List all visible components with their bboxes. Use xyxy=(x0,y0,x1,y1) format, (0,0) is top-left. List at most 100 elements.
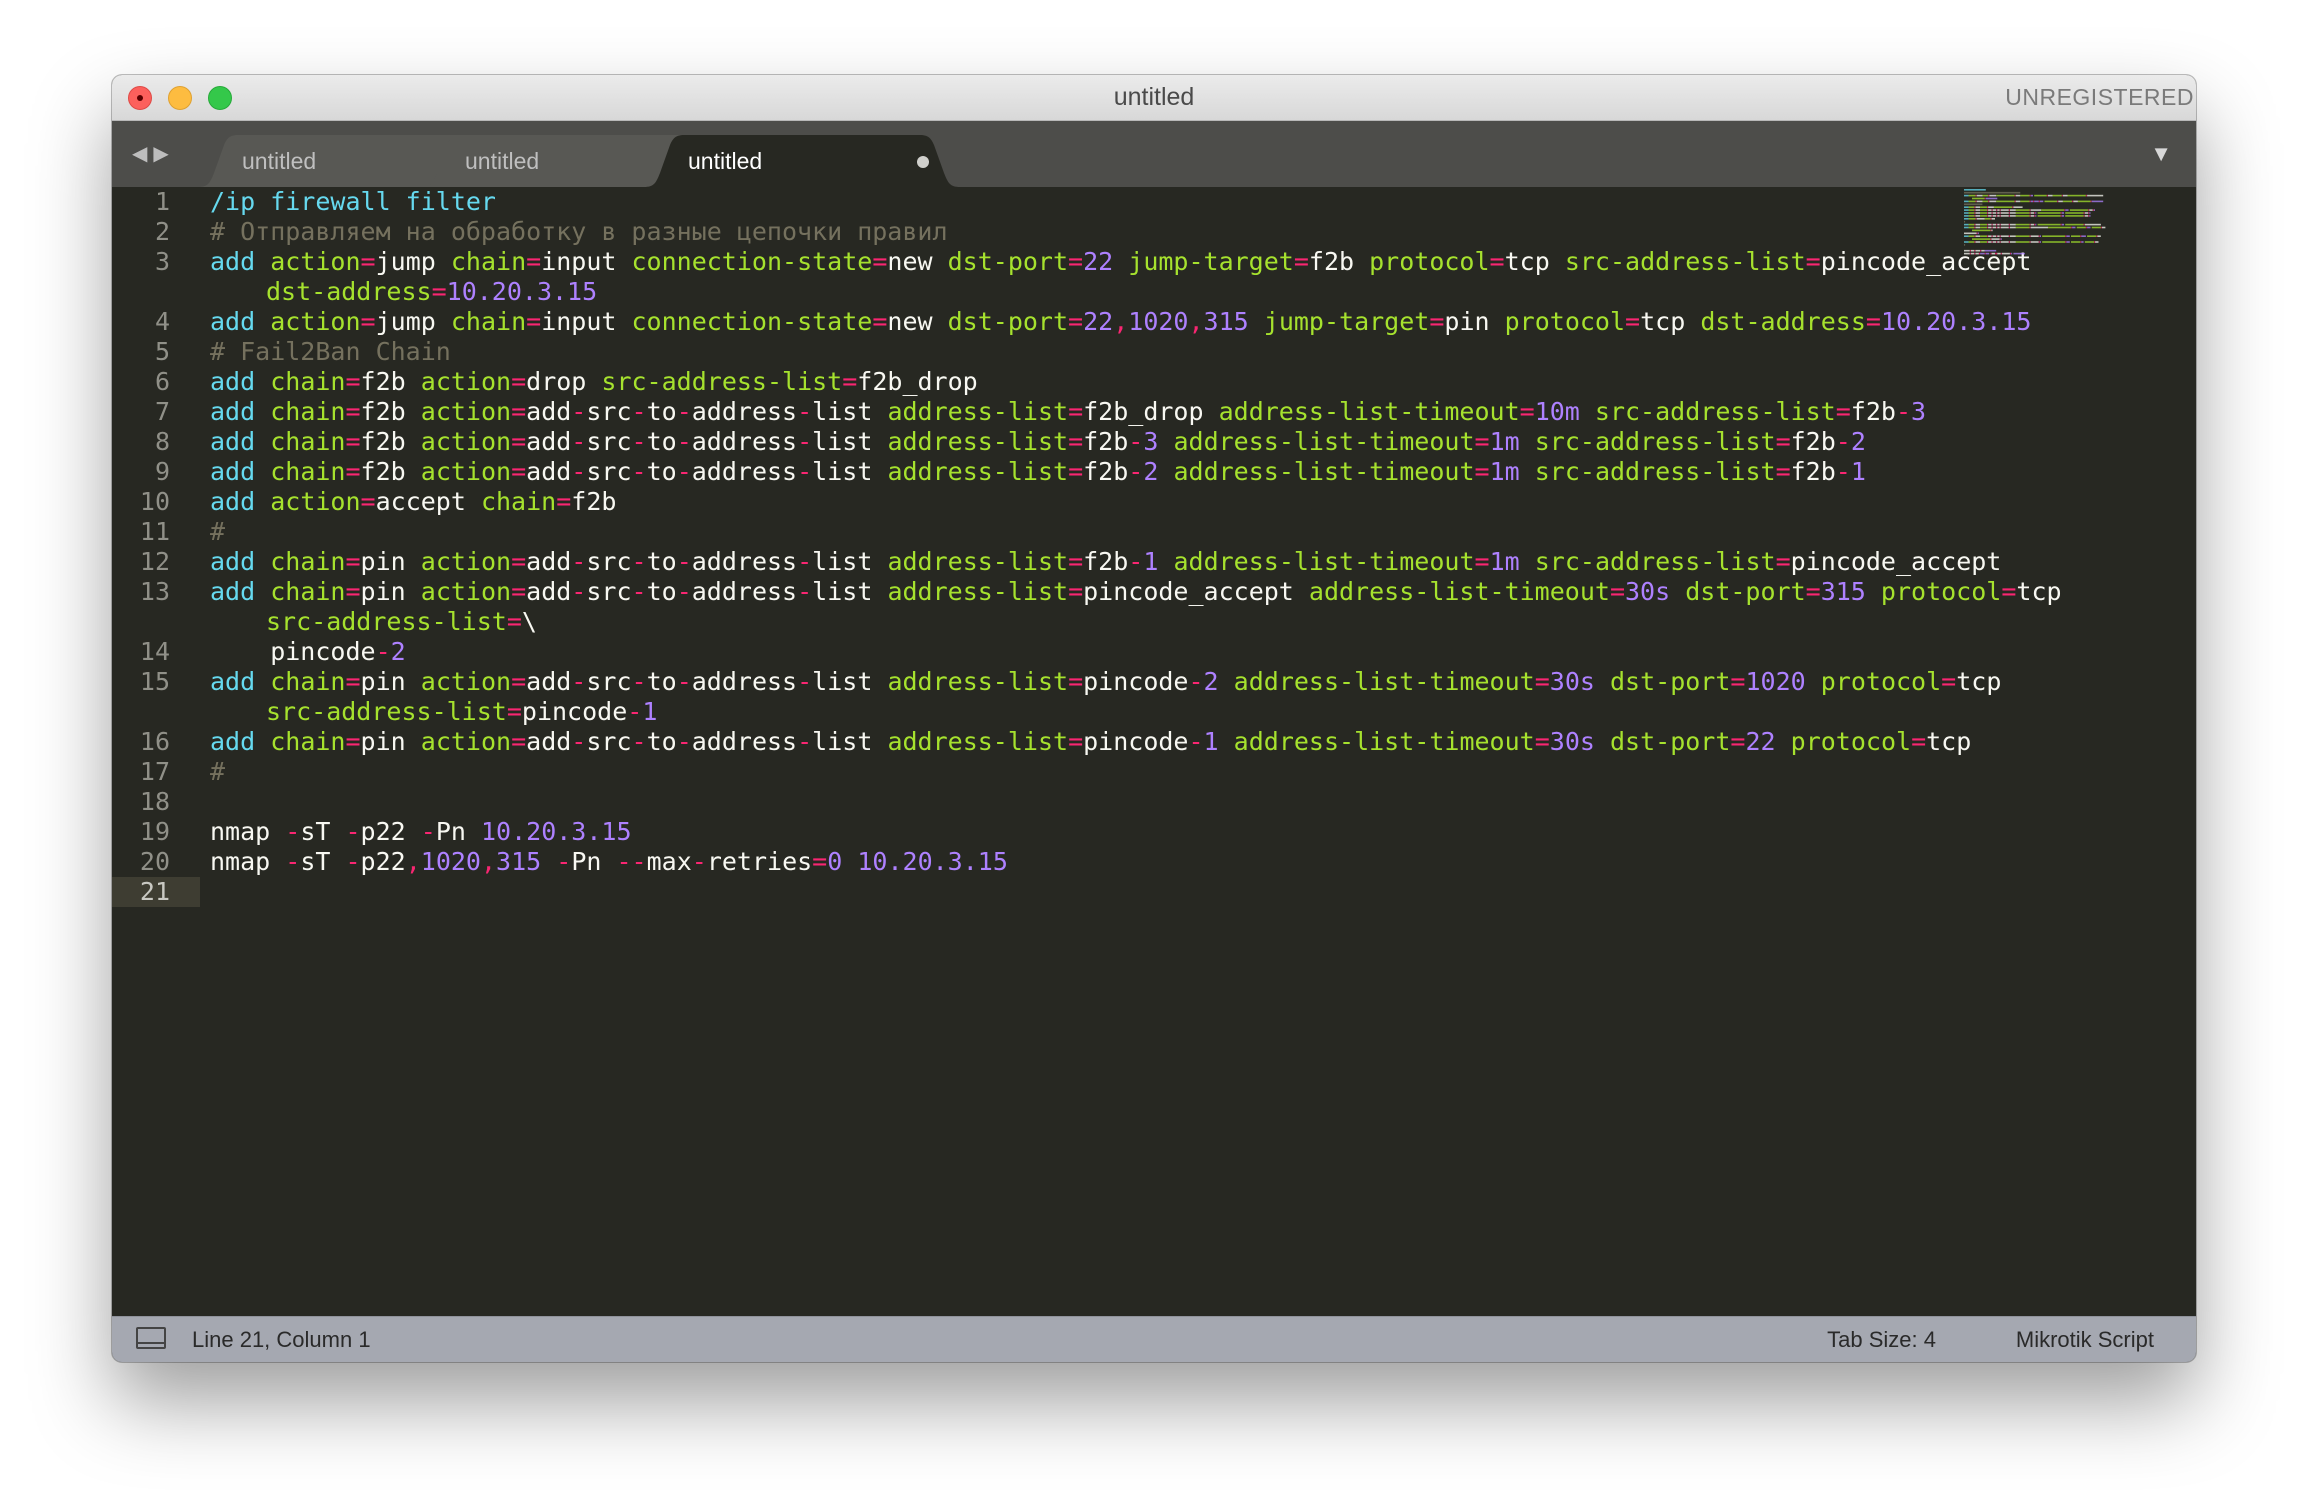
code-token: src xyxy=(586,667,632,696)
modified-dot-icon[interactable] xyxy=(917,156,929,168)
code-line[interactable]: add chain=f2b action=add-src-to-address-… xyxy=(210,427,2196,457)
minimap-mark xyxy=(1984,249,1997,252)
code-line[interactable]: # xyxy=(210,757,2196,787)
minimap-mark xyxy=(1980,215,1987,217)
code-line[interactable] xyxy=(210,877,2196,907)
code-token: = xyxy=(1474,457,1490,486)
minimap-mark xyxy=(1974,212,1976,214)
minimap-mark xyxy=(1987,226,1989,229)
code-line[interactable]: /ip firewall filter xyxy=(210,187,2196,217)
code-line[interactable]: add action=accept chain=f2b xyxy=(210,487,2196,517)
minimap-mark xyxy=(1964,215,1969,217)
code-token: -- xyxy=(616,847,647,876)
code-token: - xyxy=(1128,547,1144,576)
minimap-mark xyxy=(2081,241,2084,243)
minimap-mark xyxy=(1980,209,1987,211)
minimap-mark xyxy=(1988,235,1992,237)
code-line[interactable]: nmap -sT -p22,1020,315 -Pn --max-retries… xyxy=(210,847,2196,877)
minimap-mark xyxy=(1988,209,1992,211)
code-token: 1 xyxy=(1143,547,1159,576)
minimap-mark xyxy=(1991,241,1993,243)
code-token: = xyxy=(345,727,361,756)
code-line[interactable] xyxy=(210,787,2196,817)
minimap-mark xyxy=(1975,212,1981,214)
minimap-mark xyxy=(2015,223,2030,226)
code-token: = xyxy=(1068,427,1084,456)
forward-arrow-icon[interactable]: ▶ xyxy=(153,143,174,165)
code-line[interactable]: add chain=pin action=add-src-to-address-… xyxy=(210,667,2196,727)
code-line[interactable]: # Fail2Ban Chain xyxy=(210,337,2196,367)
code-token: address xyxy=(691,547,798,576)
code-line[interactable]: add chain=pin action=add-src-to-address-… xyxy=(210,577,2196,637)
minimap-mark xyxy=(1988,206,1994,208)
code-token: address-list-timeout xyxy=(1173,427,1475,456)
code-token: - xyxy=(627,697,643,726)
code-token: chain xyxy=(270,727,346,756)
code-token: add xyxy=(210,457,271,486)
minimap-mark xyxy=(1974,235,1976,237)
code-token: pincode xyxy=(1083,727,1189,756)
minimap-mark xyxy=(1969,249,1971,252)
code-editor[interactable]: 1 2 3 4 5 6 7 8 9 10 11 12 13 14 15 16 17 18 19 20 21 /ip fi… xyxy=(112,187,2196,1317)
code-token: dst-port xyxy=(1609,727,1731,756)
code-line[interactable]: add chain=f2b action=add-src-to-address-… xyxy=(210,457,2196,487)
minimap-mark xyxy=(2000,215,2009,217)
code-token: = xyxy=(506,607,522,636)
code-line[interactable]: # xyxy=(210,517,2196,547)
minimap-mark xyxy=(2066,235,2070,237)
code-token: 10.20.3.15 xyxy=(1880,307,2032,336)
code-token: address-list xyxy=(887,427,1069,456)
code-token: dst-port xyxy=(1685,577,1806,606)
code-token: Pn xyxy=(571,847,617,876)
code-token: to xyxy=(646,457,677,486)
code-token: = xyxy=(526,307,542,336)
code-token: f2b xyxy=(1790,427,1836,456)
code-token: list xyxy=(812,727,888,756)
code-line[interactable]: pincode-2 xyxy=(210,637,2196,667)
minimap-mark xyxy=(1975,206,1981,208)
code-line[interactable]: add action=jump chain=input connection-s… xyxy=(210,247,2196,307)
code-line[interactable]: # Отправляем на обработку в разные цепоч… xyxy=(210,217,2196,247)
line-number: 14 xyxy=(139,637,170,666)
code-token: = xyxy=(1068,307,1084,336)
chevron-down-icon[interactable]: ▼ xyxy=(2150,141,2172,167)
code-line[interactable]: add chain=pin action=add-src-to-address-… xyxy=(210,547,2196,577)
minimap-mark xyxy=(1976,218,1985,220)
minimap-mark xyxy=(2030,226,2048,229)
code-token: - xyxy=(631,397,647,426)
minimap[interactable] xyxy=(1964,187,2194,287)
minimap-mark xyxy=(1964,218,1969,220)
syntax-selector[interactable]: Mikrotik Script xyxy=(2016,1317,2154,1362)
code-token: jump xyxy=(375,307,451,336)
minimap-mark xyxy=(1964,189,1986,191)
panel-toggle-icon[interactable] xyxy=(136,1327,166,1349)
code-line[interactable]: add chain=f2b action=add-src-to-address-… xyxy=(210,397,2196,427)
minimap-mark xyxy=(1988,241,1992,243)
minimap-mark xyxy=(1992,226,1997,229)
code-token: src-address-list xyxy=(1534,547,1776,576)
code-area[interactable]: /ip firewall filter # Отправляем на обраб… xyxy=(210,187,2196,907)
code-line[interactable]: add chain=f2b action=drop src-address-li… xyxy=(210,367,2196,397)
wrapped-line-segment: dst-address=10.20.3.15 xyxy=(210,277,2196,307)
code-token: f2b xyxy=(1083,547,1129,576)
code-line[interactable]: nmap -sT -p22 -Pn 10.20.3.15 xyxy=(210,817,2196,847)
minimap-mark xyxy=(2042,235,2066,237)
wrapped-line-segment: src-address-list=pincode-1 xyxy=(210,697,2196,727)
code-token: - xyxy=(631,727,647,756)
minimap-mark xyxy=(1996,215,1998,217)
code-token: address-list xyxy=(887,667,1069,696)
tab-size-selector[interactable]: Tab Size: 4 xyxy=(1827,1317,1936,1362)
back-arrow-icon[interactable]: ◀ xyxy=(132,143,153,165)
code-token: , xyxy=(1188,307,1204,336)
minimap-mark xyxy=(1972,238,1991,240)
code-token: - xyxy=(571,667,587,696)
minimap-mark xyxy=(2102,226,2106,229)
code-token: = xyxy=(511,427,527,456)
code-line[interactable]: add action=jump chain=input connection-s… xyxy=(210,307,2196,337)
minimap-mark xyxy=(1968,226,1975,229)
code-line[interactable]: add chain=pin action=add-src-to-address-… xyxy=(210,727,2196,757)
tab-untitled-3[interactable]: untitled xyxy=(644,135,960,187)
line-number: 20 xyxy=(139,847,170,876)
